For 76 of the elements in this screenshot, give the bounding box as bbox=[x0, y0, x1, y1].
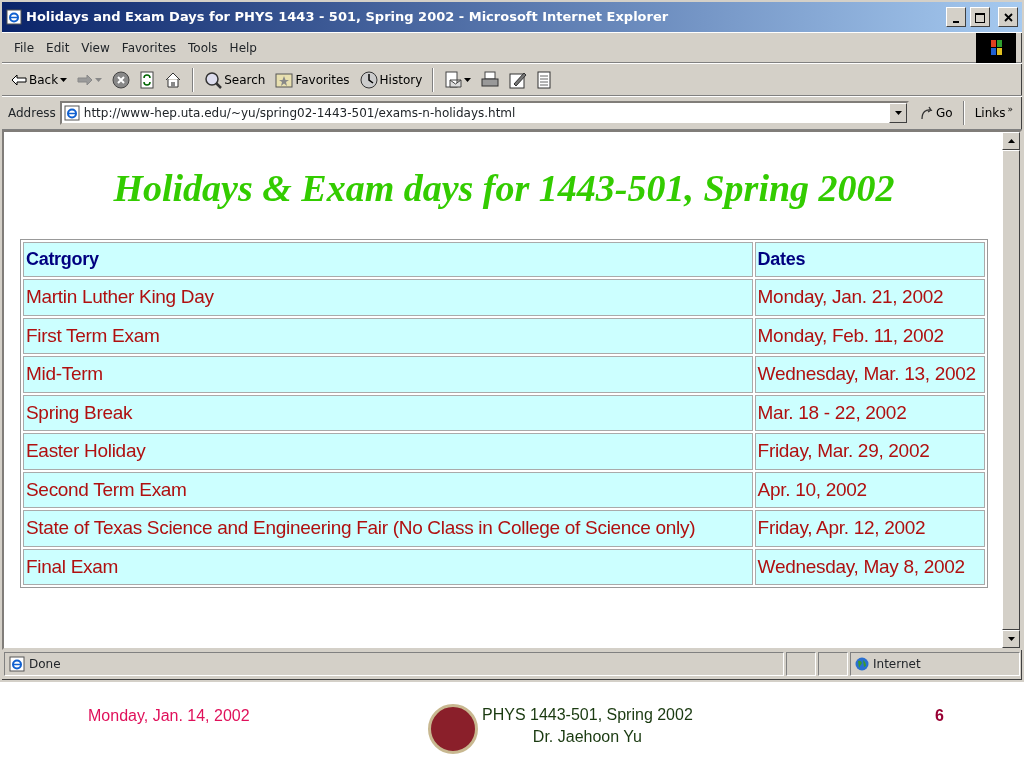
down-arrow-icon bbox=[1007, 636, 1015, 641]
close-icon bbox=[1003, 13, 1013, 22]
scroll-thumb[interactable] bbox=[1002, 150, 1020, 630]
footer-date: Monday, Jan. 14, 2002 bbox=[88, 706, 251, 726]
menu-item[interactable]: Tools bbox=[182, 36, 224, 59]
table-cell: State of Texas Science and Engineering Fair (No Class in College of Science only) bbox=[23, 510, 753, 547]
status-pane bbox=[818, 652, 848, 676]
table-cell: Mid-Term bbox=[23, 356, 753, 393]
slide-number: 6 bbox=[935, 706, 944, 726]
caret-icon bbox=[464, 77, 472, 82]
zone-text: Internet bbox=[873, 656, 921, 673]
scroll-up-button[interactable] bbox=[1002, 132, 1020, 150]
minimize-icon bbox=[953, 20, 959, 23]
table-cell: Friday, Mar. 29, 2002 bbox=[754, 433, 985, 470]
table-cell: Mar. 18 - 22, 2002 bbox=[754, 394, 985, 431]
table-cell: Spring Break bbox=[23, 394, 753, 431]
toolbar-button[interactable]: History bbox=[356, 68, 426, 91]
scroll-down-button[interactable] bbox=[1002, 630, 1020, 648]
window-title: Holidays and Exam Days for PHYS 1443 - 501, Spring 2002 - Microsoft Internet Explorer bbox=[26, 8, 670, 27]
menu-item[interactable]: View bbox=[75, 36, 116, 59]
browser-icon bbox=[6, 9, 22, 25]
up-arrow-icon bbox=[1007, 138, 1015, 143]
caret-icon bbox=[60, 77, 68, 82]
stop-icon bbox=[112, 70, 131, 89]
caret-icon bbox=[894, 110, 902, 115]
page-icon bbox=[63, 105, 80, 121]
table-cell: Easter Holiday bbox=[23, 433, 753, 470]
column-header: Dates bbox=[754, 242, 985, 277]
table-cell: Martin Luther King Day bbox=[23, 279, 753, 316]
close-button[interactable] bbox=[998, 7, 1018, 27]
home-icon bbox=[164, 70, 183, 89]
table-cell: Second Term Exam bbox=[23, 471, 753, 508]
table-cell: Monday, Feb. 11, 2002 bbox=[754, 317, 985, 354]
status-text: Done bbox=[29, 656, 61, 673]
go-button[interactable]: Go bbox=[917, 102, 956, 124]
back-arrow-icon bbox=[11, 73, 27, 86]
links-button[interactable]: Links $^{»}$ bbox=[971, 102, 1016, 124]
maximize-icon bbox=[975, 12, 985, 23]
refresh-icon bbox=[140, 70, 155, 89]
toolbar-button[interactable]: Favorites bbox=[272, 68, 353, 91]
column-header: Catrgory bbox=[23, 242, 753, 277]
address-field[interactable]: http://www-hep.uta.edu/~yu/spring02-1443-501/exams-n-holidays.html bbox=[59, 101, 909, 125]
table-cell: Wednesday, May 8, 2002 bbox=[754, 548, 985, 585]
maximize-button[interactable] bbox=[970, 7, 990, 27]
curved-arrow-icon bbox=[920, 106, 934, 120]
document-icon bbox=[537, 70, 552, 89]
university-seal-icon bbox=[428, 704, 478, 754]
address-label: Address bbox=[8, 105, 56, 122]
page-icon bbox=[9, 656, 25, 672]
printer-icon bbox=[481, 70, 500, 89]
mail-icon bbox=[444, 70, 463, 89]
instructor-name: Dr. Jaehoon Yu bbox=[531, 727, 643, 748]
menu-item[interactable]: Favorites bbox=[115, 36, 183, 59]
globe-icon bbox=[855, 657, 869, 671]
star-folder-icon bbox=[275, 71, 294, 88]
menu-item[interactable]: File bbox=[8, 36, 41, 59]
dropdown-button[interactable] bbox=[889, 103, 907, 123]
clock-icon bbox=[359, 70, 378, 89]
table-cell: Monday, Jan. 21, 2002 bbox=[754, 279, 985, 316]
caret-icon bbox=[95, 77, 103, 82]
status-pane bbox=[786, 652, 816, 676]
toolbar-button[interactable]: Back bbox=[8, 68, 71, 91]
page-heading: Holidays & Exam days for 1443-501, Spring 2002 bbox=[112, 166, 896, 211]
edit-icon bbox=[509, 70, 528, 89]
table-cell: First Term Exam bbox=[23, 317, 753, 354]
toolbar-button[interactable]: Search bbox=[201, 68, 269, 91]
menu-item[interactable]: Edit bbox=[40, 36, 76, 59]
menu-item[interactable]: Help bbox=[223, 36, 263, 59]
table-cell: Final Exam bbox=[23, 548, 753, 585]
search-icon bbox=[204, 70, 223, 89]
table-cell: Apr. 10, 2002 bbox=[754, 471, 985, 508]
minimize-button[interactable] bbox=[946, 7, 966, 27]
table-cell: Friday, Apr. 12, 2002 bbox=[754, 510, 985, 547]
forward-arrow-icon bbox=[77, 73, 94, 86]
table-cell: Wednesday, Mar. 13, 2002 bbox=[754, 356, 985, 393]
course-title: PHYS 1443-501, Spring 2002 bbox=[482, 705, 693, 725]
